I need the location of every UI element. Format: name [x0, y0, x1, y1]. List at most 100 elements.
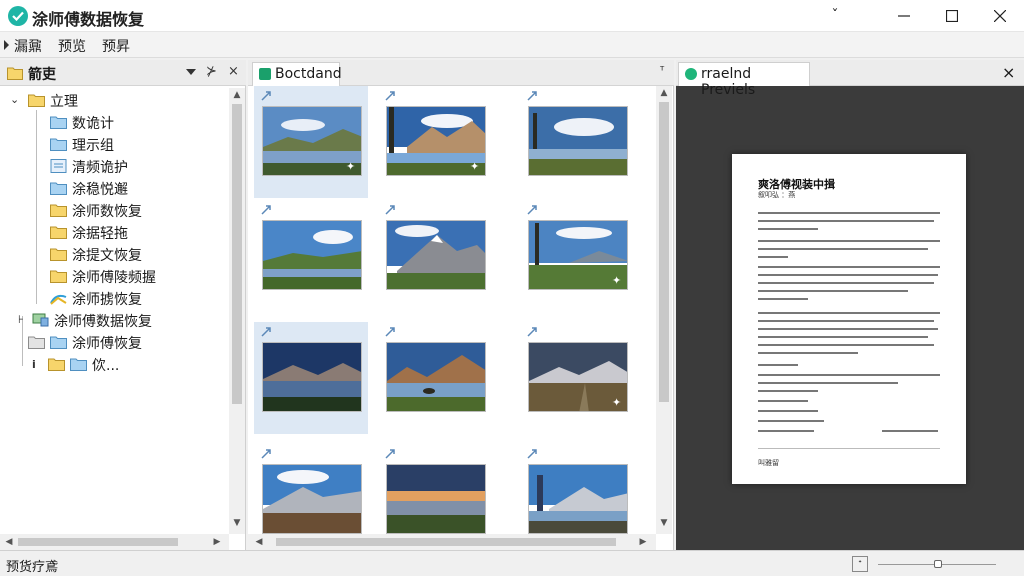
- document-text-line: [758, 312, 940, 314]
- folder-panel-header: 箭吏 ⊁ ×: [0, 60, 246, 86]
- tree-item-root[interactable]: 立理: [28, 90, 218, 112]
- dropdown-icon[interactable]: [186, 69, 196, 75]
- document-text-line: [758, 328, 938, 330]
- photo-grid-scrollbar[interactable]: ▲ ▼: [656, 86, 672, 534]
- document-text-line: [758, 228, 818, 230]
- tree-item[interactable]: 涂师傅陵频握: [50, 266, 220, 288]
- menu-item-file[interactable]: 漏鼐: [14, 36, 42, 56]
- pin-icon[interactable]: ⊁: [206, 64, 217, 79]
- photo-thumbnail[interactable]: [378, 444, 492, 534]
- tree-scrollbar[interactable]: ▲ ▼: [229, 88, 245, 534]
- tree-expander-icon[interactable]: ⊦: [18, 313, 24, 326]
- scrollbar-thumb[interactable]: [232, 104, 242, 404]
- tree-item-label: 理示组: [72, 138, 114, 154]
- document-text-line: [758, 256, 788, 258]
- link-icon: [261, 327, 271, 337]
- zoom-slider-handle[interactable]: [934, 560, 942, 568]
- photo-thumbnail[interactable]: [254, 322, 368, 434]
- tree-item[interactable]: 涂师掳恢复: [50, 288, 220, 310]
- document-icon: [50, 159, 67, 173]
- scroll-up-icon[interactable]: ▲: [230, 90, 244, 100]
- computer-icon: [32, 313, 49, 327]
- scrollbar-thumb[interactable]: [276, 538, 616, 546]
- tree-item-label: 涂师数恢复: [72, 204, 142, 220]
- tree-item-label: 涂据轻拖: [72, 226, 128, 242]
- close-icon: [994, 10, 1006, 22]
- tree-item[interactable]: 涂提文恢复: [50, 244, 220, 266]
- document-text-line: [758, 400, 808, 402]
- photo-thumbnail[interactable]: ✦: [378, 86, 492, 198]
- tree-expander-icon[interactable]: ⌄: [10, 93, 19, 106]
- maximize-button[interactable]: [930, 0, 976, 32]
- tree-item-label: 数诡计: [72, 116, 114, 132]
- photo-thumbnail[interactable]: [254, 200, 368, 312]
- tree-item[interactable]: 涂师傅恢复: [28, 332, 218, 354]
- scroll-right-icon[interactable]: ▶: [210, 537, 224, 547]
- menu-item-extra[interactable]: 预昇: [102, 36, 130, 56]
- scrollbar-thumb[interactable]: [18, 538, 178, 546]
- link-icon: [385, 91, 395, 101]
- tree-item-label: 涂师傅陵频握: [72, 270, 156, 286]
- tree-item[interactable]: 理示组: [50, 134, 220, 156]
- link-icon: [527, 91, 537, 101]
- folder-icon: [50, 204, 67, 217]
- scroll-left-icon[interactable]: ◀: [2, 537, 16, 547]
- panel-close-icon[interactable]: ×: [228, 64, 239, 79]
- tree-item[interactable]: 涂师数恢复: [50, 200, 220, 222]
- document-text-line: [758, 274, 938, 276]
- zoom-fit-icon[interactable]: ᐩ: [852, 556, 868, 572]
- document-text-line: [758, 248, 928, 250]
- photo-thumbnail[interactable]: [378, 200, 492, 312]
- link-icon: [385, 205, 395, 215]
- close-button[interactable]: [978, 0, 1024, 32]
- scroll-left-icon[interactable]: ◀: [252, 537, 266, 547]
- document-text-line: [758, 374, 940, 376]
- scrollbar-thumb[interactable]: [659, 102, 669, 402]
- document-text-line: [758, 420, 824, 422]
- app-logo-icon: [8, 6, 28, 26]
- tree-item[interactable]: 数诡计: [50, 112, 220, 134]
- document-preview[interactable]: 爽洛傅视装中揖 叙叩弘 ：燕 叫雅留: [732, 154, 966, 484]
- photo-grid-hscrollbar[interactable]: ◀ ▶: [248, 534, 656, 550]
- sparkle-icon: ✦: [612, 274, 622, 287]
- folder-icon: [50, 182, 67, 195]
- minimize-button[interactable]: ˇ: [812, 0, 858, 32]
- tree-item-computer[interactable]: 涂师傅数据恢复: [32, 310, 222, 332]
- scroll-down-icon[interactable]: ▼: [657, 518, 671, 528]
- document-text-line: [758, 240, 940, 242]
- document-text-line: [758, 382, 898, 384]
- status-bar: 预货疗鳶 ᐩ: [0, 550, 1024, 576]
- scroll-up-icon[interactable]: ▲: [657, 88, 671, 98]
- photo-thumbnail[interactable]: ✦: [520, 200, 634, 312]
- pin-icon[interactable]: ᵀ: [660, 64, 664, 77]
- photo-thumbnail[interactable]: [378, 322, 492, 434]
- document-text-line: [758, 320, 934, 322]
- maximize-icon: [946, 10, 958, 22]
- menu-caret-icon: [4, 40, 9, 50]
- tree-item[interactable]: 涂稳悦邂: [50, 178, 220, 200]
- tree-item[interactable]: 清频诡护: [50, 156, 220, 178]
- tree-item-label: 涂稳悦邂: [72, 182, 128, 198]
- scroll-right-icon[interactable]: ▶: [636, 537, 650, 547]
- preview-close-icon[interactable]: ×: [1002, 63, 1015, 82]
- tree-expander-icon[interactable]: ⅰ: [32, 358, 36, 371]
- menu-item-preview[interactable]: 预览: [58, 36, 86, 56]
- minimize-dash-button[interactable]: [882, 0, 928, 32]
- tree-item[interactable]: 佽...: [48, 354, 218, 376]
- scroll-down-icon[interactable]: ▼: [230, 518, 244, 528]
- document-text-line: [758, 352, 858, 354]
- photo-thumbnail[interactable]: ✦: [254, 86, 368, 198]
- tree-hscrollbar[interactable]: ◀ ▶: [0, 534, 229, 550]
- photo-thumbnail[interactable]: [520, 444, 634, 534]
- tab-preview[interactable]: rraelnd Previels: [678, 62, 810, 98]
- document-text-line: [758, 336, 928, 338]
- photo-thumbnail[interactable]: ✦: [520, 322, 634, 434]
- tree-item-label: 立理: [50, 94, 78, 110]
- document-footer: 叫雅留: [758, 459, 779, 467]
- document-divider: [758, 448, 940, 449]
- photo-thumbnail[interactable]: [520, 86, 634, 198]
- minimize-icon: ˇ: [831, 8, 839, 24]
- tree-item[interactable]: 涂据轻拖: [50, 222, 220, 244]
- tab-photos[interactable]: Boctdand: [252, 62, 342, 86]
- photo-thumbnail[interactable]: [254, 444, 368, 534]
